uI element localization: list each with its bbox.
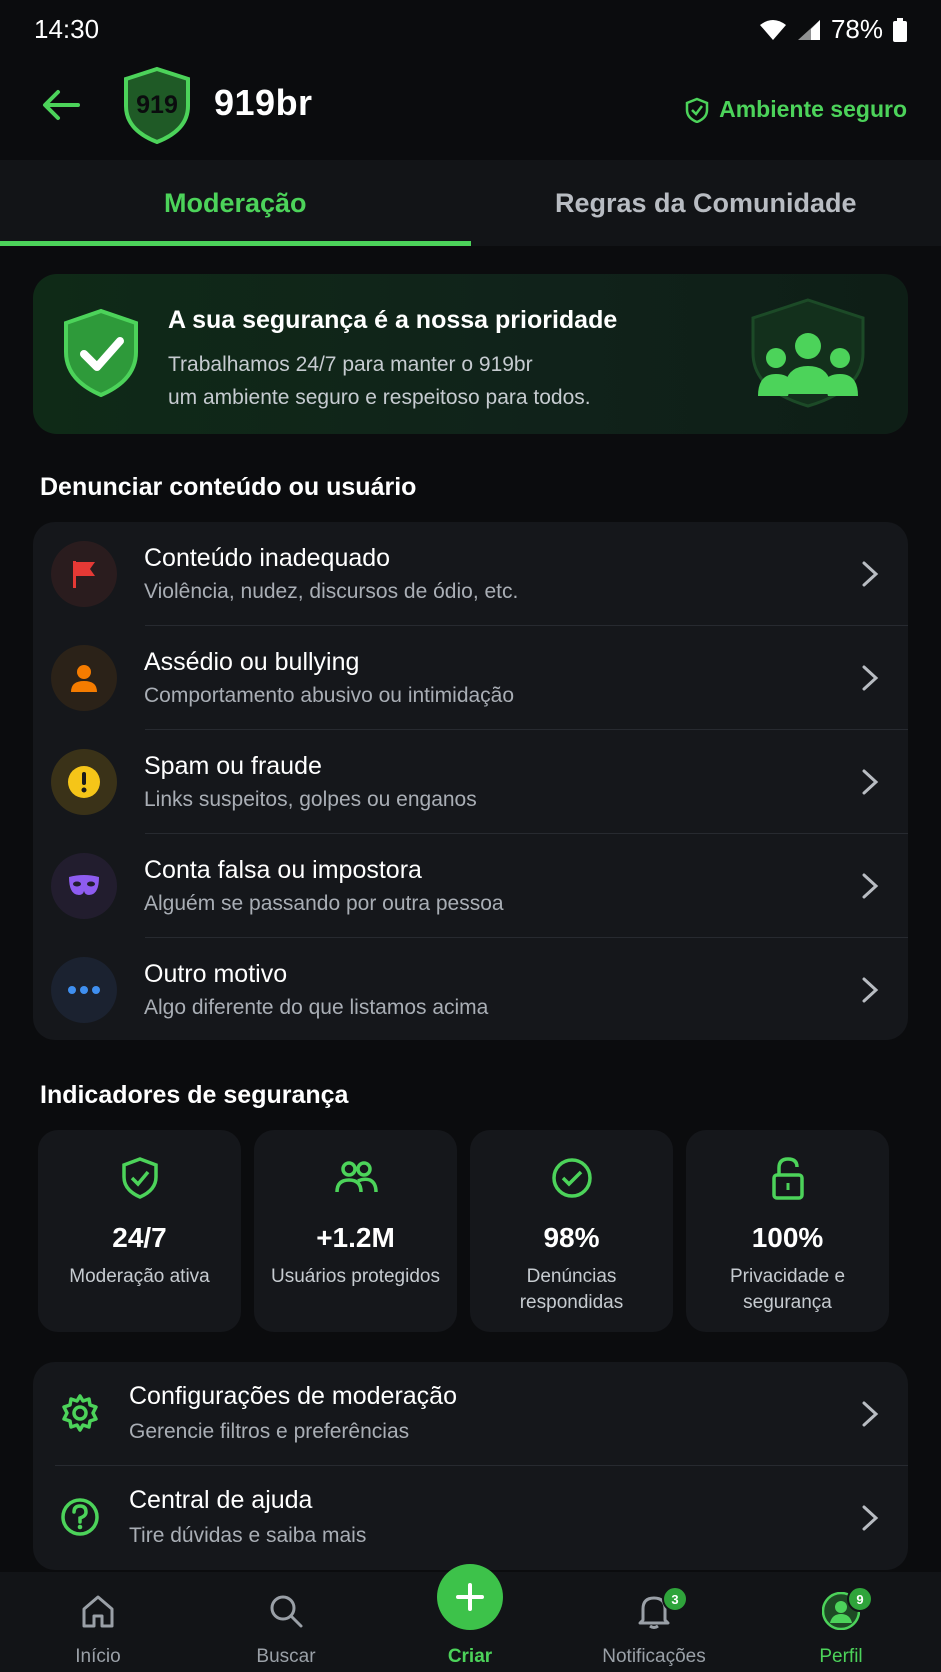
report-item-subtitle: Algo diferente do que listamos acima — [144, 996, 489, 1019]
indicator-reports: 98% Denúncias respondidas — [470, 1130, 673, 1332]
chevron-right-icon — [862, 1505, 879, 1531]
safe-environment-badge[interactable]: Ambiente seguro — [685, 96, 907, 123]
chevron-right-icon — [862, 561, 879, 587]
more-dots-icon — [51, 957, 117, 1023]
report-item-title: Conta falsa ou impostora — [144, 856, 422, 884]
nav-notifications-label: Notificações — [602, 1646, 706, 1667]
indicator-value: 98% — [543, 1222, 600, 1253]
back-button[interactable] — [38, 82, 84, 128]
banner-title: A sua segurança é a nossa prioridade — [168, 306, 618, 334]
nav-profile-label: Perfil — [819, 1646, 863, 1667]
page-title: 919br — [214, 82, 313, 123]
logo-text: 919 — [136, 91, 178, 119]
report-item-other[interactable]: Outro motivo Algo diferente do que lista… — [33, 938, 908, 1042]
status-time: 14:30 — [34, 14, 100, 44]
shield-check-icon — [62, 308, 140, 398]
nav-profile[interactable]: 9 Perfil — [781, 1572, 901, 1672]
profile-badge: 9 — [847, 1586, 873, 1612]
report-item-inappropriate[interactable]: Conteúdo inadequado Violência, nudez, di… — [33, 522, 908, 626]
report-item-title: Outro motivo — [144, 960, 288, 988]
banner-line: Trabalhamos 24/7 para manter o 919br — [168, 353, 533, 376]
gear-icon — [62, 1394, 98, 1432]
shield-check-icon — [121, 1157, 158, 1199]
banner-line: um ambiente seguro e respeitoso para tod… — [168, 386, 591, 409]
chevron-right-icon — [862, 977, 879, 1003]
tab-bar: Moderação Regras da Comunidade — [0, 160, 941, 246]
report-item-subtitle: Comportamento abusivo ou intimidação — [144, 684, 515, 707]
safe-environment-label: Ambiente seguro — [719, 96, 907, 122]
indicator-value: +1.2M — [316, 1222, 395, 1253]
users-icon — [334, 1161, 378, 1193]
search-icon — [270, 1595, 303, 1628]
report-item-title: Conteúdo inadequado — [144, 544, 391, 572]
lock-icon — [771, 1157, 804, 1200]
chevron-right-icon — [862, 665, 879, 691]
tab-moderacao[interactable]: Moderação — [0, 160, 471, 246]
flag-icon — [51, 541, 117, 607]
report-item-title: Spam ou fraude — [144, 752, 322, 780]
nav-home[interactable]: Início — [38, 1572, 158, 1672]
shield-check-icon — [685, 97, 709, 123]
community-shield-icon — [748, 298, 868, 408]
settings-list: Configurações de moderação Gerencie filt… — [33, 1362, 908, 1570]
indicator-label: Denúncias respondidas — [519, 1266, 624, 1313]
app-logo: 919 — [122, 66, 192, 144]
report-list: Conteúdo inadequado Violência, nudez, di… — [33, 522, 908, 1040]
chevron-right-icon — [862, 1401, 879, 1427]
settings-item-title: Configurações de moderação — [129, 1382, 457, 1410]
nav-home-label: Início — [75, 1646, 121, 1667]
arrow-left-icon — [43, 90, 80, 120]
settings-item-subtitle: Tire dúvidas e saiba mais — [129, 1524, 367, 1547]
report-item-subtitle: Alguém se passando por outra pessoa — [144, 892, 504, 915]
moderation-settings-item[interactable]: Configurações de moderação Gerencie filt… — [33, 1362, 908, 1466]
report-item-fake-account[interactable]: Conta falsa ou impostora Alguém se passa… — [33, 834, 908, 938]
indicator-value: 100% — [751, 1222, 824, 1253]
signal-icon — [797, 19, 821, 41]
home-icon — [82, 1595, 114, 1628]
help-circle-icon — [61, 1498, 99, 1536]
check-circle-icon — [551, 1158, 592, 1198]
report-item-spam[interactable]: Spam ou fraude Links suspeitos, golpes o… — [33, 730, 908, 834]
nav-create-label: Criar — [447, 1646, 493, 1667]
chevron-right-icon — [862, 873, 879, 899]
tab-regras[interactable]: Regras da Comunidade — [471, 160, 941, 246]
indicator-label: Moderação ativa — [69, 1266, 210, 1287]
notifications-badge: 3 — [662, 1586, 688, 1612]
indicator-label: Usuários protegidos — [271, 1266, 440, 1287]
wifi-icon — [759, 19, 787, 41]
nav-search-label: Buscar — [256, 1646, 316, 1667]
nav-search[interactable]: Buscar — [226, 1572, 346, 1672]
battery-percent: 78% — [830, 14, 883, 44]
indicator-privacy: 100% Privacidade e segurança — [686, 1130, 889, 1332]
banner-text: Trabalhamos 24/7 para manter o 919br um … — [168, 348, 688, 414]
report-item-subtitle: Violência, nudez, discursos de ódio, etc… — [144, 580, 519, 603]
report-section-title: Denunciar conteúdo ou usuário — [40, 473, 417, 501]
mask-icon — [51, 853, 117, 919]
person-icon — [51, 645, 117, 711]
settings-item-title: Central de ajuda — [129, 1486, 313, 1514]
indicator-users: +1.2M Usuários protegidos — [254, 1130, 457, 1332]
create-button[interactable] — [437, 1564, 503, 1630]
plus-icon — [456, 1583, 484, 1611]
nav-notifications[interactable]: 3 Notificações — [594, 1572, 714, 1672]
report-item-subtitle: Links suspeitos, golpes ou enganos — [144, 788, 477, 811]
battery-icon — [893, 17, 907, 42]
status-icons: 78% — [759, 14, 907, 45]
chevron-right-icon — [862, 769, 879, 795]
report-item-harassment[interactable]: Assédio ou bullying Comportamento abusiv… — [33, 626, 908, 730]
report-item-title: Assédio ou bullying — [144, 648, 360, 676]
settings-item-subtitle: Gerencie filtros e preferências — [129, 1420, 410, 1443]
indicator-value: 24/7 — [112, 1222, 167, 1253]
indicators-section-title: Indicadores de segurança — [40, 1081, 349, 1109]
indicator-moderation: 24/7 Moderação ativa — [38, 1130, 241, 1332]
help-center-item[interactable]: Central de ajuda Tire dúvidas e saiba ma… — [33, 1466, 908, 1570]
exclamation-icon — [51, 749, 117, 815]
indicator-label: Privacidade e segurança — [729, 1266, 846, 1313]
